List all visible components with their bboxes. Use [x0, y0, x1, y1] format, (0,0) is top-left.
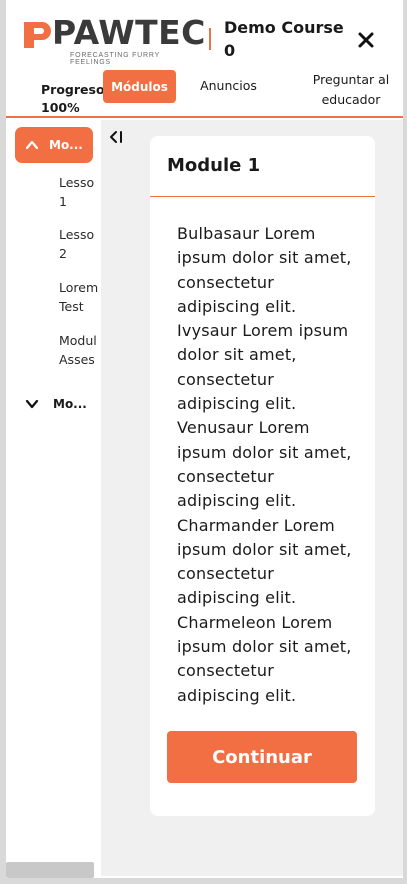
collapse-sidebar-icon	[110, 131, 122, 143]
module-body-text: Bulbasaur Lorem ipsum dolor sit amet, co…	[177, 224, 352, 705]
sidebar-module-label: Mo...	[53, 397, 87, 411]
sidebar-module-1-expanded[interactable]: Mo...	[15, 127, 93, 163]
sidebar-module-label: Mo...	[49, 138, 83, 152]
sidebar-lesson-assessment[interactable]: Modul Asses	[59, 331, 101, 369]
module-title: Module 1	[167, 155, 261, 176]
tab-preguntar-al-educador[interactable]: Preguntar al educador	[301, 70, 401, 110]
logo-tagline: FORECASTING FURRY FEELINGS	[70, 52, 160, 66]
chevron-up-icon	[25, 140, 39, 150]
tab-anuncios[interactable]: Anuncios	[186, 78, 271, 93]
continue-button[interactable]: Continuar	[167, 731, 357, 783]
sidebar-module-2-collapsed[interactable]: Mo...	[25, 394, 101, 414]
chevron-down-icon	[25, 399, 39, 409]
module-title-divider	[150, 196, 375, 197]
module-sidebar: Mo... Lesso 1 Lesso 2 Lorem Test Modul A…	[6, 118, 101, 862]
logo-wordmark: PAWTEC	[52, 13, 206, 52]
main-content: Module 1 Bulbasaur Lorem ipsum dolor sit…	[101, 120, 403, 876]
course-title: Demo Course 0	[224, 18, 344, 60]
sidebar-lesson-2[interactable]: Lesso 2	[59, 225, 101, 263]
module-card: Module 1 Bulbasaur Lorem ipsum dolor sit…	[150, 136, 375, 816]
header: PAWTEC FORECASTING FURRY FEELINGS Demo C…	[6, 0, 403, 76]
close-icon	[358, 32, 374, 48]
sidebar-lesson-test[interactable]: Lorem Test	[59, 278, 101, 316]
sidebar-lesson-1[interactable]: Lesso 1	[59, 173, 101, 211]
progress-label: Progreso 100%	[41, 82, 105, 115]
collapse-sidebar-button[interactable]	[108, 128, 126, 146]
logo-mark-icon	[24, 22, 51, 48]
sidebar-scrollbar[interactable]	[6, 862, 94, 878]
course-tabs: Progreso 100% Módulos Anuncios Preguntar…	[6, 66, 403, 118]
header-divider	[209, 28, 211, 50]
close-button[interactable]	[352, 26, 380, 54]
tab-modulos[interactable]: Módulos	[103, 70, 176, 103]
pawtec-logo: PAWTEC FORECASTING FURRY FEELINGS	[22, 13, 205, 66]
